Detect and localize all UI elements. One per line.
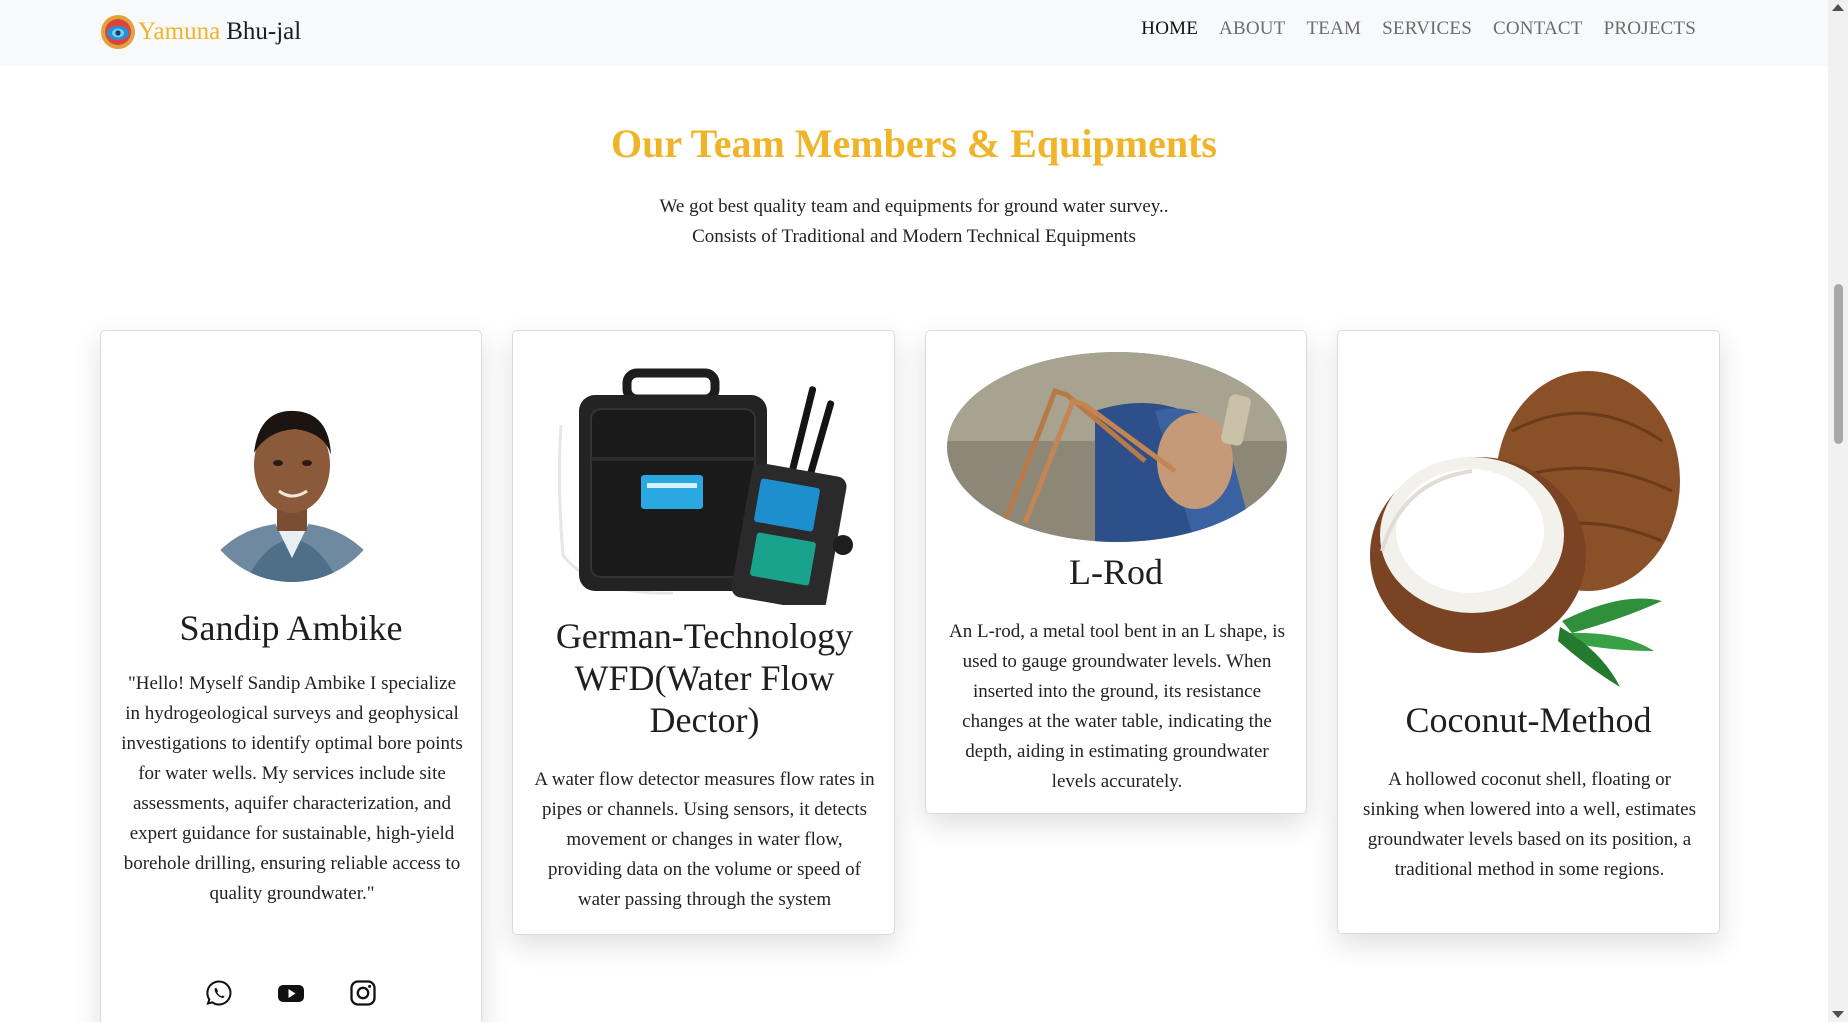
card-title: L-Rod: [1069, 552, 1163, 592]
scroll-up-arrow-icon[interactable]: [1832, 4, 1844, 11]
nav-contact[interactable]: CONTACT: [1493, 18, 1583, 40]
section-subtitle-line2: Consists of Traditional and Modern Techn…: [692, 226, 1136, 247]
card-text: A water flow detector measures flow rate…: [534, 769, 875, 910]
card-title: Sandip Ambike: [179, 608, 403, 648]
nav-team[interactable]: TEAM: [1307, 18, 1362, 40]
brand-link[interactable]: Yamuna Bhu-jal: [100, 14, 301, 50]
brand-name-part1: Yamuna: [138, 18, 221, 45]
coconut-photo: [1362, 351, 1698, 687]
card-text: An L-rod, a metal tool bent in an L shap…: [949, 621, 1285, 792]
section-subtitle-line1: We got best quality team and equipments …: [659, 196, 1169, 217]
equipment-card-coconut: Coconut-Method A hollowed coconut shell,…: [1337, 330, 1720, 934]
equipment-card-lrod: L-Rod An L-rod, a metal tool bent in an …: [925, 330, 1307, 814]
section-subtitle: We got best quality team and equipments …: [0, 192, 1828, 252]
nav-services[interactable]: SERVICES: [1382, 18, 1472, 40]
equipment-card-wfd: German-Technology WFD(Water Flow Dector)…: [512, 330, 895, 935]
instagram-icon[interactable]: [349, 979, 377, 1007]
nav-about[interactable]: ABOUT: [1219, 18, 1285, 40]
card-title: Coconut-Method: [1405, 700, 1652, 740]
nav-projects[interactable]: PROJECTS: [1604, 18, 1696, 40]
card-text: A hollowed coconut shell, floating or si…: [1363, 769, 1696, 880]
l-rod-photo: [947, 352, 1287, 542]
person-photo: [196, 390, 388, 582]
youtube-icon[interactable]: [277, 979, 305, 1007]
card-title: German-Technology WFD(Water Flow Dector): [555, 616, 854, 740]
scroll-thumb[interactable]: [1834, 284, 1843, 444]
main-nav: HOME ABOUT TEAM SERVICES CONTACT PROJECT…: [1141, 18, 1696, 40]
social-links: [101, 979, 481, 1007]
nav-home[interactable]: HOME: [1141, 18, 1198, 40]
page-scrollbar[interactable]: [1828, 0, 1848, 1022]
team-card-sandip: Sandip Ambike "Hello! Myself Sandip Ambi…: [100, 330, 482, 1022]
section-title: Our Team Members & Equipments: [611, 121, 1217, 166]
whatsapp-icon[interactable]: [205, 979, 233, 1007]
card-text: "Hello! Myself Sandip Ambike I specializ…: [121, 673, 463, 904]
scroll-down-arrow-icon[interactable]: [1832, 1011, 1844, 1018]
water-flow-detector-photo: [553, 365, 857, 605]
navbar: Yamuna Bhu-jal HOME ABOUT TEAM SERVICES …: [0, 0, 1828, 66]
brand-name-part2: Bhu-jal: [226, 18, 302, 45]
brand-logo-icon: [101, 15, 135, 49]
